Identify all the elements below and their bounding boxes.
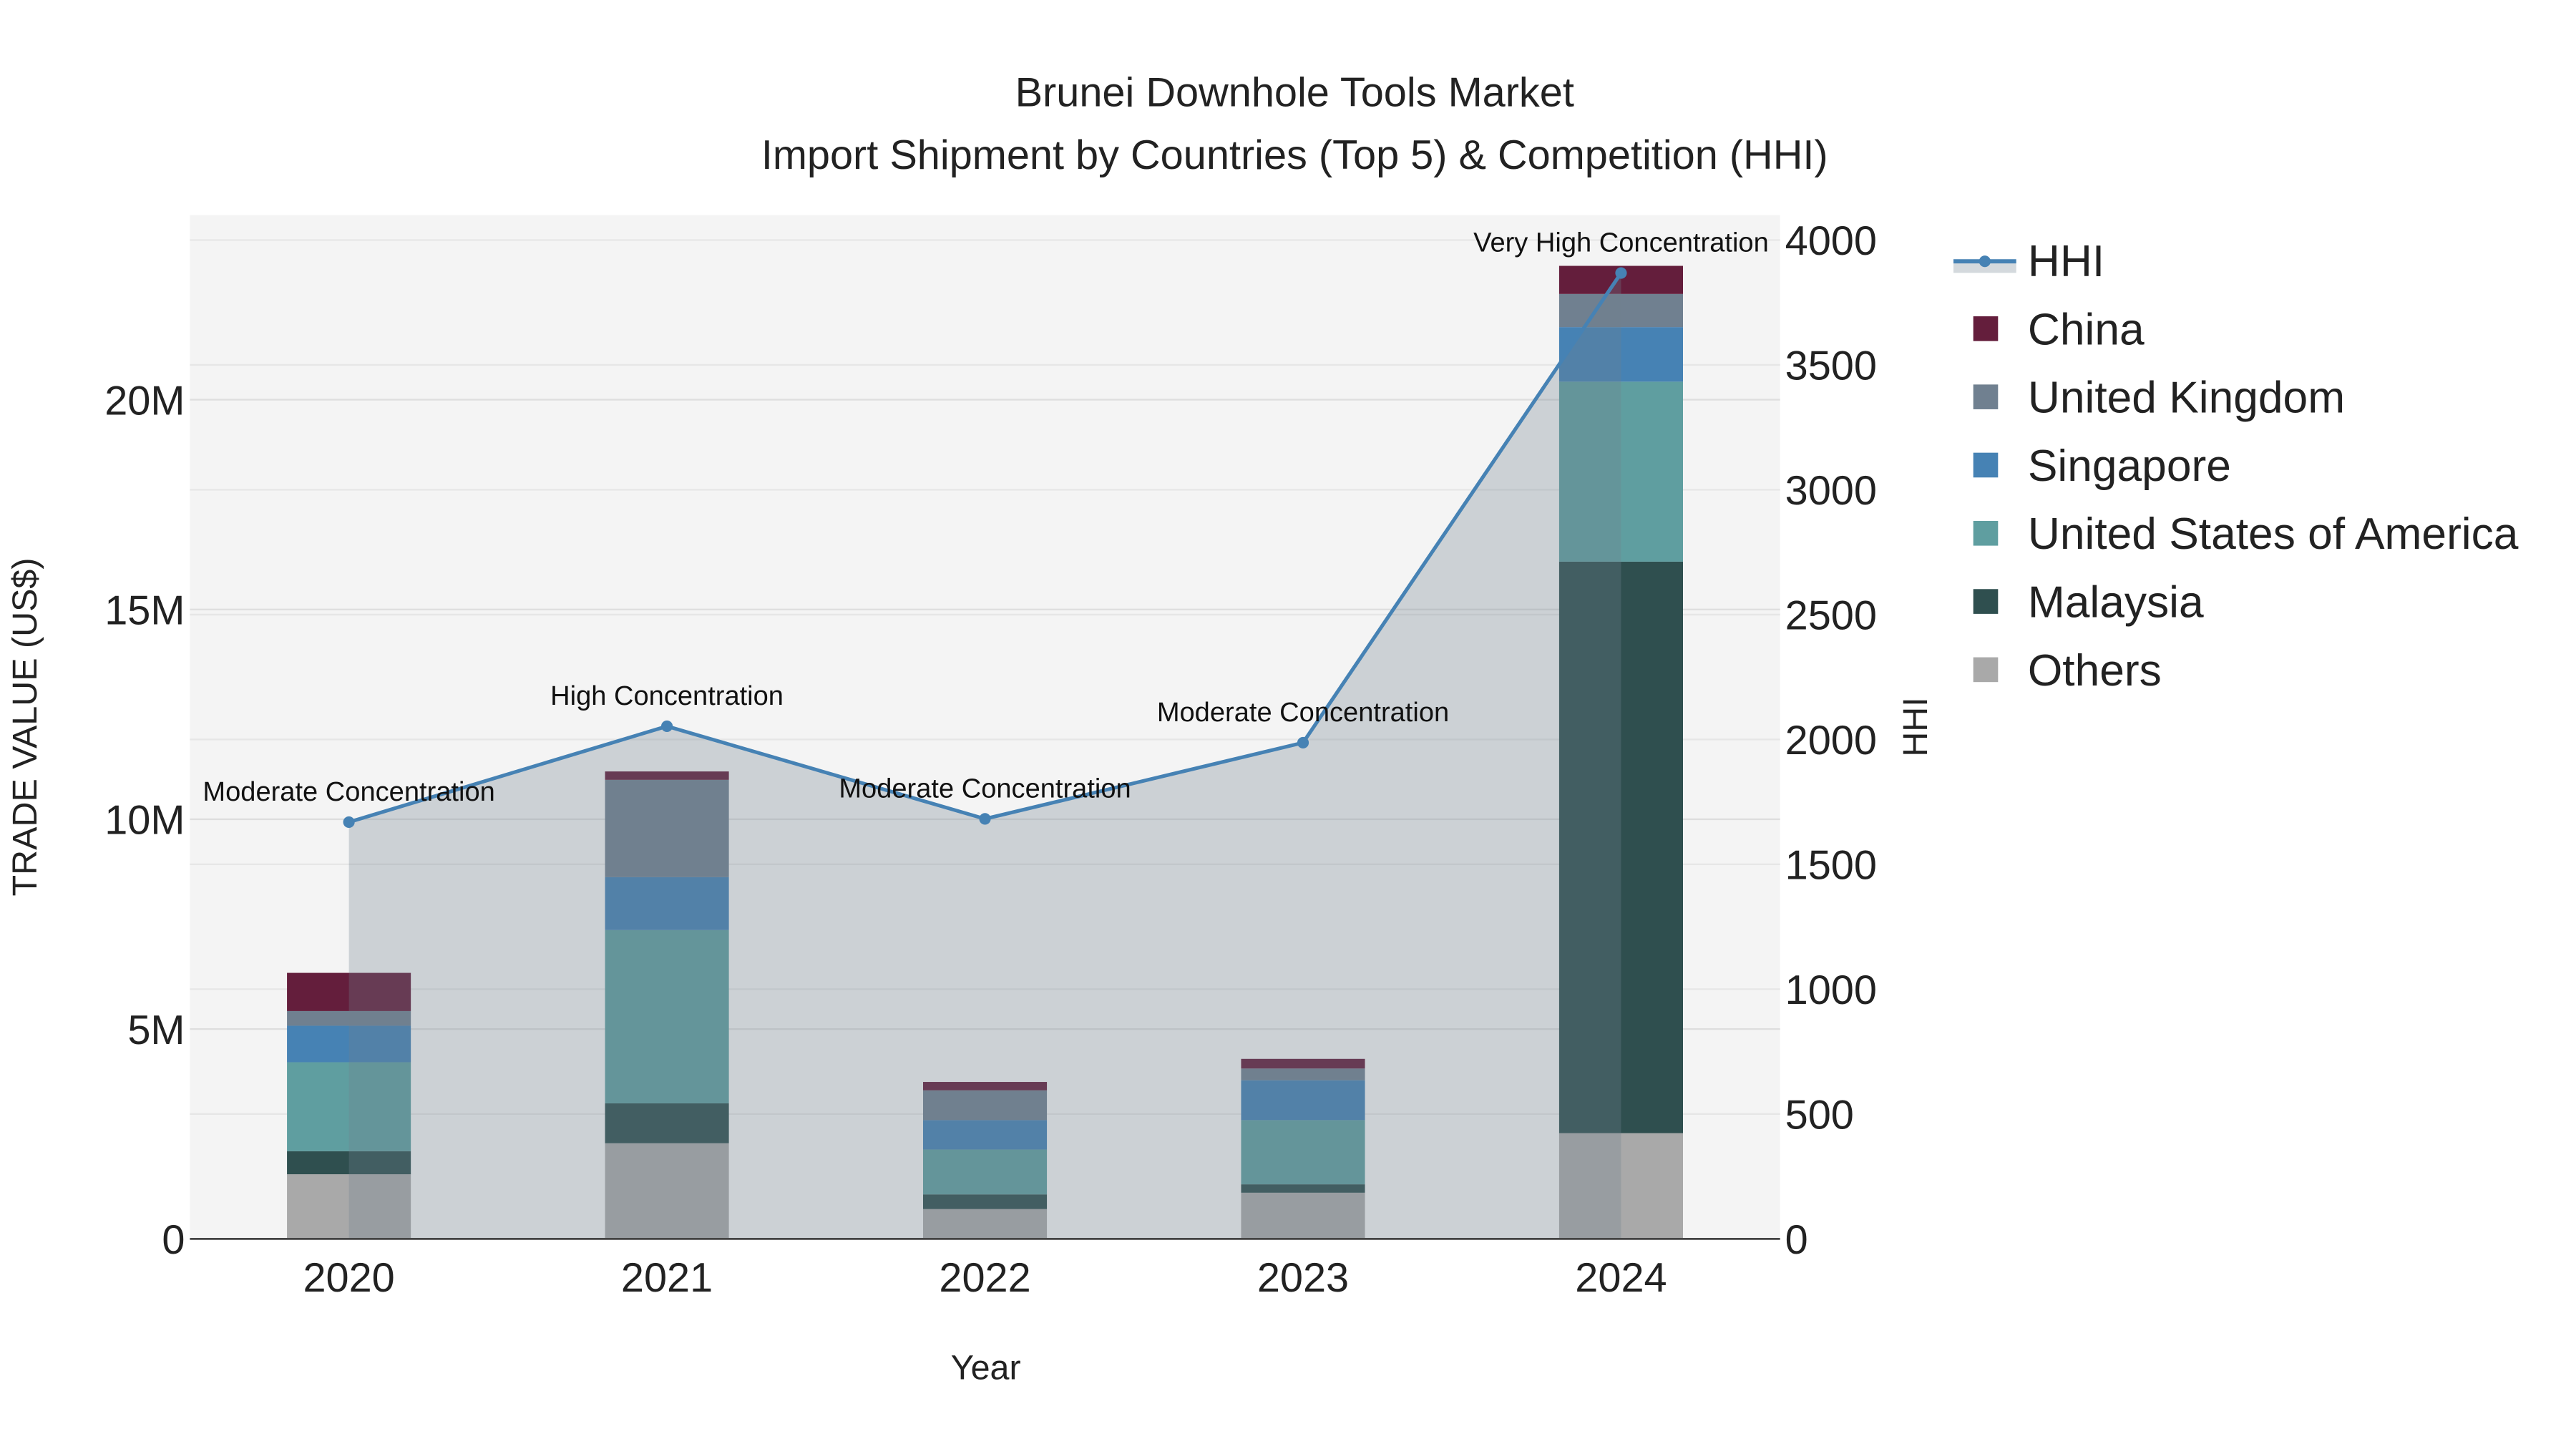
y2-tick-label: 1000 <box>1785 967 1877 1013</box>
y-tick-label: 5M <box>127 1008 185 1053</box>
hhi-annotation: Moderate Concentration <box>1157 698 1449 728</box>
legend: HHI China United Kingdom Singapore United St… <box>1953 237 2519 696</box>
legend-swatch <box>1973 316 1999 341</box>
y2-tick-label: 1500 <box>1785 843 1877 889</box>
legend-item-hhi[interactable]: HHI <box>1953 237 2104 286</box>
hhi-point-2021 <box>661 720 673 732</box>
hhi-point-2024 <box>1615 267 1627 279</box>
legend-item-singapore[interactable]: Singapore <box>1973 441 2231 491</box>
legend-item-malaysia[interactable]: Malaysia <box>1973 578 2204 628</box>
hhi-point-2023 <box>1297 736 1309 749</box>
x-tick-label: 2020 <box>303 1255 394 1301</box>
chart-subtitle: Import Shipment by Countries (Top 5) & C… <box>761 132 1828 178</box>
hhi-point-2022 <box>979 813 991 825</box>
legend-item-others[interactable]: Others <box>1973 646 2162 696</box>
legend-swatch <box>1973 452 1999 478</box>
legend-swatch <box>1973 589 1999 614</box>
legend-label: China <box>2028 305 2145 354</box>
hhi-point-2020 <box>343 816 355 828</box>
hhi-annotation: High Concentration <box>550 681 784 711</box>
legend-item-china[interactable]: China <box>1973 305 2145 354</box>
hhi-annotation: Moderate Concentration <box>839 774 1131 804</box>
chart-title: Brunei Downhole Tools Market <box>1015 69 1574 115</box>
legend-label: Others <box>2028 646 2162 696</box>
y2-tick-label: 500 <box>1785 1093 1854 1138</box>
y2-axis-title: HHI <box>1896 697 1935 756</box>
x-axis-title: Year <box>951 1349 1021 1387</box>
hhi-annotation: Very High Concentration <box>1473 228 1769 258</box>
hhi-annotation: Moderate Concentration <box>203 777 494 807</box>
y2-tick-label: 2000 <box>1785 718 1877 763</box>
legend-swatch <box>1973 657 1999 683</box>
chart: Moderate Concentration High Concentration… <box>6 69 2519 1387</box>
legend-item-united-kingdom[interactable]: United Kingdom <box>1973 374 2345 423</box>
y-tick-label: 15M <box>104 588 185 634</box>
y-tick-label: 10M <box>104 798 185 844</box>
legend-label: United Kingdom <box>2028 374 2345 423</box>
y2-tick-label: 0 <box>1785 1217 1808 1263</box>
legend-marker-icon <box>1979 255 1991 268</box>
x-tick-label: 2021 <box>621 1255 713 1301</box>
y2-tick-label: 4000 <box>1785 218 1877 264</box>
legend-label: United States of America <box>2028 509 2519 559</box>
legend-swatch <box>1973 384 1999 409</box>
legend-item-united-states-of-america[interactable]: United States of America <box>1973 509 2519 559</box>
x-tick-label: 2023 <box>1257 1255 1349 1301</box>
y2-tick-label: 3500 <box>1785 343 1877 389</box>
legend-label: Malaysia <box>2028 578 2204 628</box>
legend-swatch <box>1973 520 1999 546</box>
legend-label: Singapore <box>2028 441 2231 491</box>
y2-tick-label: 3000 <box>1785 468 1877 514</box>
y2-tick-label: 2500 <box>1785 593 1877 639</box>
y-axis-title: TRADE VALUE (US$) <box>6 557 44 896</box>
x-tick-label: 2024 <box>1575 1255 1667 1301</box>
y-tick-label: 0 <box>162 1217 185 1263</box>
legend-label: HHI <box>2028 237 2104 286</box>
x-tick-label: 2022 <box>939 1255 1030 1301</box>
y-tick-label: 20M <box>104 378 185 424</box>
